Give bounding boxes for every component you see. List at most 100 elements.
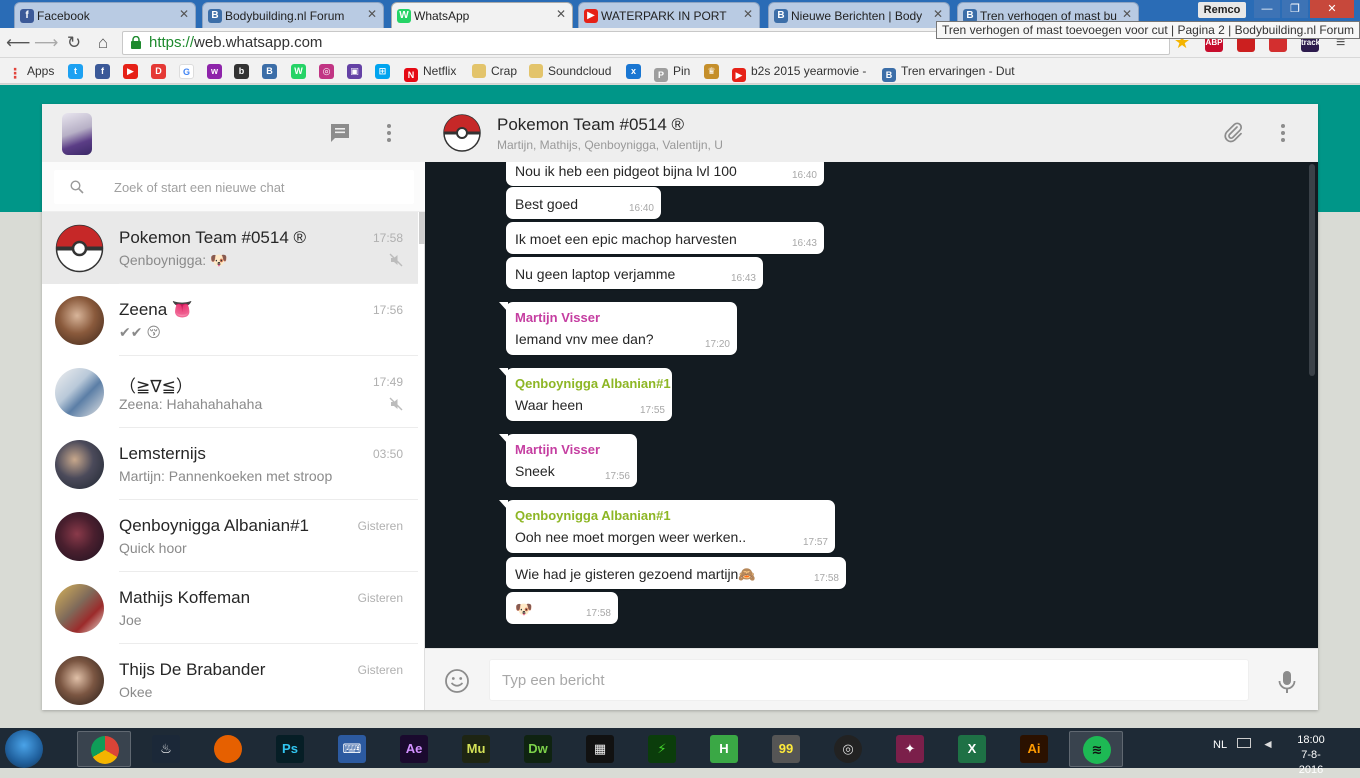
start-button[interactable] <box>5 730 43 768</box>
search-input[interactable] <box>114 176 404 198</box>
message-bubble[interactable]: Best goed 16:40 <box>506 187 661 219</box>
message-bubble[interactable]: Qenboynigga Albanian#1 Ooh nee moet morge… <box>499 500 835 553</box>
apps-icon: ⋮ <box>8 65 22 81</box>
b-icon[interactable]: b <box>234 64 249 79</box>
clock[interactable]: 18:00 7-8-2016 <box>1290 733 1332 778</box>
taskbar-app-game[interactable]: ✦ <box>883 731 937 767</box>
taskbar-app-video[interactable]: ▦ <box>573 731 627 767</box>
message-scrollbar[interactable] <box>1309 164 1315 376</box>
taskbar-app-dreamweaver[interactable]: Dw <box>511 731 565 767</box>
w-icon[interactable]: w <box>207 64 222 79</box>
minimize-button[interactable]: — <box>1254 0 1280 18</box>
taskbar-app-ccleaner[interactable]: ◎ <box>821 731 875 767</box>
bookmark-item[interactable]: N Netflix <box>404 62 456 82</box>
x-icon[interactable]: x <box>626 64 641 79</box>
new-chat-icon[interactable] <box>328 121 352 145</box>
group-avatar-pokeball[interactable] <box>443 114 481 152</box>
message-sender[interactable]: Martijn Visser <box>515 442 600 457</box>
conversation-menu-icon[interactable] <box>1271 121 1295 145</box>
browser-tab[interactable]: B Bodybuilding.nl Forum ✕ <box>202 2 384 28</box>
conversation-header[interactable]: Pokemon Team #0514 ® Martijn, Mathijs, Q… <box>425 104 1318 162</box>
browser-tab[interactable]: ▶ WATERPARK IN PORT ✕ <box>578 2 760 28</box>
emoji-icon[interactable] <box>444 668 470 694</box>
crown-icon[interactable]: ♛ <box>704 64 719 79</box>
chat-list-item[interactable]: Qenboynigga Albanian#1 Gisteren Quick hoor <box>42 500 418 572</box>
chat-list-item[interactable]: Pokemon Team #0514 ® 17:58 Qenboynigga: 🐶 <box>42 212 418 284</box>
chat-list-item[interactable]: Thijs De Brabander Gisteren Okee <box>42 644 418 710</box>
message-bubble[interactable]: Qenboynigga Albanian#1 Waar heen 17:55 <box>499 368 672 421</box>
message-bubble[interactable]: 🐶 17:58 <box>506 592 618 624</box>
bookmark-item[interactable]: Crap <box>472 62 517 80</box>
instagram-icon[interactable]: ◎ <box>319 64 334 79</box>
home-button[interactable]: ⌂ <box>92 32 114 54</box>
chat-list-item[interactable]: Lemsternijs 03:50 Martijn: Pannenkoeken me… <box>42 428 418 500</box>
bodybuilding-icon: B <box>208 9 222 23</box>
google-icon[interactable]: G <box>179 64 194 79</box>
pin-icon: P <box>654 68 668 82</box>
taskbar-app-firefox[interactable] <box>201 731 255 767</box>
taskbar-app-chrome[interactable] <box>77 731 131 767</box>
browser-tab[interactable]: W WhatsApp ✕ <box>391 2 573 28</box>
youtube-icon[interactable]: ▶ <box>123 64 138 79</box>
back-button[interactable]: ⟵ <box>6 32 30 54</box>
taskbar-app-excel[interactable]: X <box>945 731 999 767</box>
message-sender[interactable]: Martijn Visser <box>515 310 600 325</box>
bookmark-item[interactable]: ⋮ Apps <box>8 62 54 80</box>
taskbar-app-monitor[interactable]: 99 <box>759 731 813 767</box>
taskbar-app-keyboard[interactable]: ⌨ <box>325 731 379 767</box>
reload-button[interactable]: ↻ <box>63 32 85 54</box>
volume-icon[interactable]: ◄ <box>1262 737 1274 751</box>
language-indicator[interactable]: NL <box>1213 739 1227 751</box>
browser-tab[interactable]: f Facebook ✕ <box>14 2 196 28</box>
tab-close-icon[interactable]: ✕ <box>1122 7 1132 21</box>
tab-close-icon[interactable]: ✕ <box>743 7 753 21</box>
bookmark-item[interactable]: ▶ b2s 2015 yearmovie - <box>732 62 866 82</box>
browser-tab[interactable]: B Nieuwe Berichten | Body ✕ <box>768 2 950 28</box>
message-text: Best goed <box>515 196 579 212</box>
my-avatar[interactable] <box>62 113 92 155</box>
tab-close-icon[interactable]: ✕ <box>179 7 189 21</box>
window-user-badge[interactable]: Remco <box>1198 2 1246 18</box>
taskbar-app-spotify[interactable]: ≋ <box>1069 731 1123 767</box>
message-sender[interactable]: Qenboynigga Albanian#1 <box>515 376 671 391</box>
taskbar-app-hotspot[interactable]: H <box>697 731 751 767</box>
message-bubble[interactable]: Nou ik heb een pidgeot bijna lvl 100 16:4… <box>506 162 824 186</box>
message-bubble[interactable]: Martijn Visser Iemand vnv mee dan? 17:20 <box>499 302 737 355</box>
chat-list-item[interactable]: Mathijs Koffeman Gisteren Joe <box>42 572 418 644</box>
message-bubble[interactable]: Nu geen laptop verjamme 16:43 <box>506 257 763 289</box>
tab-close-icon[interactable]: ✕ <box>556 7 566 21</box>
windows-icon[interactable]: ⊞ <box>375 64 390 79</box>
taskbar-app-razer[interactable]: ⚡ <box>635 731 689 767</box>
taskbar-app-aftereffects[interactable]: Ae <box>387 731 441 767</box>
tab-close-icon[interactable]: ✕ <box>367 7 377 21</box>
compose-bar <box>425 648 1318 710</box>
bookmark-item[interactable]: P Pin <box>654 62 690 82</box>
message-bubble[interactable]: Ik moet een epic machop harvesten 16:43 <box>506 222 824 254</box>
chat-list-item[interactable]: （≧∇≦） 17:49 Zeena: Hahahahahaha <box>42 356 418 428</box>
message-bubble[interactable]: Wie had je gisteren gezoend martijn🙈 17:5… <box>506 557 846 589</box>
maximize-button[interactable]: ❐ <box>1282 0 1308 18</box>
attach-icon[interactable] <box>1221 121 1245 145</box>
whatsapp-icon[interactable]: W <box>291 64 306 79</box>
message-bubble[interactable]: Martijn Visser Sneek 17:56 <box>499 434 637 487</box>
microphone-icon[interactable] <box>1276 670 1298 694</box>
bookmark-item[interactable]: Soundcloud <box>529 62 611 80</box>
d-icon[interactable]: D <box>151 64 166 79</box>
message-sender[interactable]: Qenboynigga Albanian#1 <box>515 508 671 523</box>
message-input[interactable] <box>489 659 1249 701</box>
taskbar-app-illustrator[interactable]: Ai <box>1007 731 1061 767</box>
taskbar-app-photoshop[interactable]: Ps <box>263 731 317 767</box>
bodybuilding-icon[interactable]: B <box>262 64 277 79</box>
twitch-icon[interactable]: ▣ <box>347 64 362 79</box>
bookmark-item[interactable]: B Tren ervaringen - Dut <box>882 62 1015 82</box>
forward-button[interactable]: ⟶ <box>34 32 58 54</box>
tab-close-icon[interactable]: ✕ <box>933 7 943 21</box>
chat-list-item[interactable]: Zeena 👅 17:56 ✔✔ 😚 <box>42 284 418 356</box>
taskbar-app-muse[interactable]: Mu <box>449 731 503 767</box>
menu-icon[interactable] <box>377 121 401 145</box>
taskbar-app-steam[interactable]: ♨ <box>139 731 193 767</box>
facebook-icon[interactable]: f <box>95 64 110 79</box>
close-window-button[interactable]: ✕ <box>1310 0 1354 18</box>
twitter-icon[interactable]: t <box>68 64 83 79</box>
network-icon[interactable] <box>1237 738 1251 748</box>
